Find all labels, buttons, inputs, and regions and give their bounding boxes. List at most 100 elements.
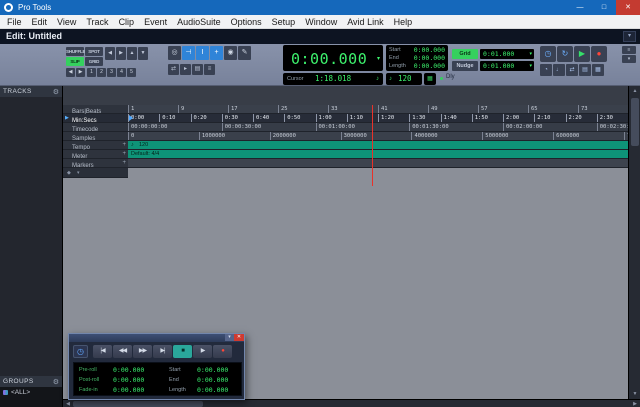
nudge-value-button[interactable]: Nudge xyxy=(452,61,478,71)
nudge-dropdown-icon[interactable]: ▾ xyxy=(529,61,532,71)
add-tempo-event-button[interactable]: + xyxy=(122,141,126,149)
mirrored-midi-button[interactable]: ▤ xyxy=(192,64,203,75)
menu-item[interactable]: Help xyxy=(389,15,418,29)
record-button[interactable]: ● xyxy=(591,46,607,62)
add-meter-event-button[interactable]: + xyxy=(122,150,126,158)
mode-spot-button[interactable]: SPOT xyxy=(85,47,103,56)
ruler-name-samples[interactable]: Samples xyxy=(63,132,128,141)
selection-field[interactable]: End 0:00.000 xyxy=(389,54,445,62)
ruler-name-minsecs[interactable]: ▶ Min:Secs xyxy=(63,114,128,123)
meter-event-value[interactable]: Default: 4/4 xyxy=(131,150,159,159)
metronome-button[interactable]: ♩ xyxy=(553,64,565,76)
zoom-preset-button[interactable]: 2 xyxy=(97,68,106,77)
play-button[interactable]: ▶ xyxy=(193,345,212,358)
minimize-button[interactable]: — xyxy=(568,0,592,15)
gear-icon[interactable]: ⚙ xyxy=(53,88,59,96)
ruler-name-timecode[interactable]: Timecode xyxy=(63,123,128,132)
ruler-name-tempo[interactable]: Tempo + xyxy=(63,141,128,150)
pre-roll-toggle-button[interactable]: ◔ xyxy=(540,64,552,76)
mode-shuffle-button[interactable]: SHUFFLE xyxy=(66,47,84,56)
stop-button[interactable]: ■ xyxy=(173,345,192,358)
pencil-tool-button[interactable]: ✎ xyxy=(238,46,251,60)
zoom-out-button[interactable]: ◀ xyxy=(105,47,115,60)
selection-field[interactable]: Start 0:00.000 xyxy=(389,46,445,54)
menu-item[interactable]: Event xyxy=(139,15,172,29)
insertion-follows-playback-button[interactable]: ≡ xyxy=(204,64,215,75)
rewind-button[interactable]: ◀◀ xyxy=(113,345,132,358)
scroll-right-icon[interactable]: ▶ xyxy=(630,400,640,407)
ruler-band-tempo[interactable]: ♪ 120 xyxy=(128,141,628,150)
ruler-name-bars[interactable]: Bars|Beats xyxy=(63,105,128,114)
toolbar-collapse-button[interactable]: ▾ xyxy=(622,55,636,63)
transport-window[interactable]: ▾ ✕ ◷ |◀◀◀▶▶▶|■▶● Pre-roll 0:00.000 Post… xyxy=(68,333,245,400)
transport-field[interactable]: Start 0:00.000 xyxy=(169,365,228,375)
mini-meter-display[interactable]: ▦ xyxy=(424,73,436,85)
transport-title-bar[interactable]: ▾ ✕ xyxy=(69,334,244,342)
ruler-view-icon[interactable]: ◆ xyxy=(67,168,71,178)
online-button[interactable]: ◷ xyxy=(540,46,556,62)
grabber-tool-button[interactable]: + xyxy=(210,46,223,60)
add-marker-button[interactable]: + xyxy=(122,159,126,167)
go-to-end-button[interactable]: ▶| xyxy=(153,345,172,358)
ruler-band-timecode[interactable]: 00:00:00:0000:00:30:0000:01:00:0000:01:3… xyxy=(128,123,628,132)
scroll-down-icon[interactable]: ▼ xyxy=(629,389,640,399)
menu-item[interactable]: Clip xyxy=(114,15,140,29)
menu-item[interactable]: Edit xyxy=(27,15,53,29)
selector-tool-button[interactable]: I xyxy=(196,46,209,60)
horizontal-scrollbar[interactable]: ◀ ▶ xyxy=(63,399,640,407)
ruler-name-meter[interactable]: Meter + xyxy=(63,150,128,159)
zoomer-tool-button[interactable]: ◎ xyxy=(168,46,181,60)
ruler-band-samples[interactable]: 0100000020000003000000400000050000006000… xyxy=(128,132,628,141)
main-counter-value[interactable]: 0:00.000 xyxy=(291,50,367,68)
transport-field[interactable]: Fade-in 0:00.000 xyxy=(79,385,144,395)
grid-value-button[interactable]: Grid xyxy=(452,49,478,59)
menu-item[interactable]: Options xyxy=(226,15,267,29)
scroll-up-icon[interactable]: ▲ xyxy=(629,86,640,96)
menu-item[interactable]: Avid Link xyxy=(342,15,388,29)
return-to-zero-button[interactable]: |◀ xyxy=(93,345,112,358)
menu-item[interactable]: Track xyxy=(81,15,113,29)
maximize-button[interactable]: □ xyxy=(592,0,616,15)
transport-close-button[interactable]: ✕ xyxy=(234,334,244,341)
transport-field[interactable]: End 0:00.000 xyxy=(169,375,228,385)
scrubber-tool-button[interactable]: ◉ xyxy=(224,46,237,60)
grid-dropdown-icon[interactable]: ▾ xyxy=(529,49,532,59)
selection-field[interactable]: Length 0:00.000 xyxy=(389,62,445,70)
menu-item[interactable]: Setup xyxy=(267,15,301,29)
zoom-in-button[interactable]: ▶ xyxy=(116,47,126,60)
main-counter[interactable]: 0:00.000 ▾ xyxy=(283,45,383,71)
gear-icon[interactable]: ⚙ xyxy=(53,378,59,386)
ruler-name-markers[interactable]: Markers + xyxy=(63,159,128,168)
mode-grid-button[interactable]: GRID xyxy=(85,57,103,66)
audio-zoom-button[interactable]: ▲ xyxy=(127,47,137,60)
menu-item[interactable]: AudioSuite xyxy=(172,15,226,29)
midi-merge-button[interactable]: ▤ xyxy=(579,64,591,76)
tempo-ruler-toggle-button[interactable]: ▦ xyxy=(592,64,604,76)
menu-item[interactable]: View xyxy=(52,15,81,29)
loop-playback-button[interactable]: ↻ xyxy=(557,46,573,62)
count-off-button[interactable]: ⇄ xyxy=(566,64,578,76)
timeline-insertion-marker[interactable] xyxy=(129,115,133,121)
zoom-right-button[interactable]: ▶ xyxy=(76,68,85,77)
fast-forward-button[interactable]: ▶▶ xyxy=(133,345,152,358)
vertical-scrollbar[interactable]: ▲ ▼ xyxy=(628,86,640,399)
session-tempo-display[interactable]: ♪ 120 xyxy=(386,73,422,85)
transport-field[interactable]: Pre-roll 0:00.000 xyxy=(79,365,144,375)
group-all-item[interactable]: <ALL> xyxy=(0,387,62,398)
toolbar-menu-button[interactable]: ≡ xyxy=(622,46,636,54)
menu-item[interactable]: Window xyxy=(300,15,342,29)
trim-tool-button[interactable]: ⊣ xyxy=(182,46,195,60)
ruler-band-markers[interactable] xyxy=(128,159,628,168)
tempo-event-value[interactable]: 120 xyxy=(139,141,148,150)
ruler-band-bars[interactable]: 19172533414957657381 xyxy=(128,105,628,114)
counter-dropdown-icon[interactable]: ▾ xyxy=(377,55,380,62)
tab-to-transient-button[interactable]: ▸ xyxy=(180,64,191,75)
link-timeline-edit-button[interactable]: ⇄ xyxy=(168,64,179,75)
zoom-preset-button[interactable]: 4 xyxy=(117,68,126,77)
menu-item[interactable]: File xyxy=(2,15,27,29)
vertical-scroll-thumb[interactable] xyxy=(631,98,639,146)
zoom-preset-button[interactable]: 5 xyxy=(127,68,136,77)
transport-expand-button[interactable]: ▾ xyxy=(225,334,234,341)
online-clock-button[interactable]: ◷ xyxy=(73,345,88,358)
horizontal-scroll-thumb[interactable] xyxy=(73,401,203,407)
